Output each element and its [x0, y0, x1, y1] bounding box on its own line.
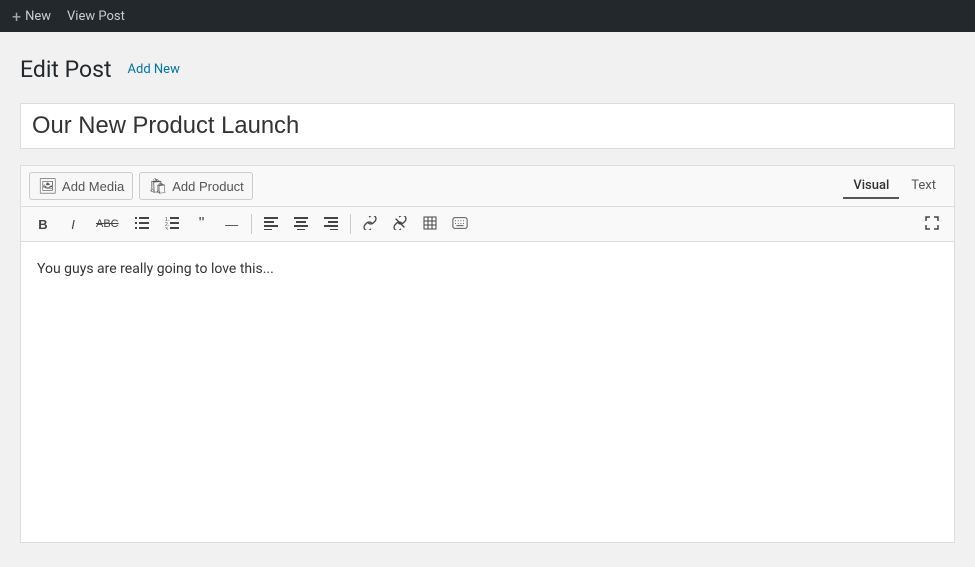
- italic-icon: I: [71, 217, 75, 232]
- add-product-label: Add Product: [172, 179, 244, 194]
- format-toolbar: B I ABC 1.2.3.: [21, 207, 954, 242]
- product-icon: 🛍: [148, 177, 167, 195]
- blockquote-button[interactable]: ": [188, 211, 216, 237]
- view-post-link[interactable]: View Post: [67, 9, 125, 24]
- new-label[interactable]: New: [25, 9, 51, 24]
- post-title-input[interactable]: [20, 103, 955, 149]
- add-media-button[interactable]: 🖼 Add Media: [29, 172, 133, 200]
- toolbar-separator-2: [350, 214, 351, 234]
- align-left-button[interactable]: [257, 211, 285, 237]
- align-right-icon: [324, 216, 338, 233]
- hr-button[interactable]: —: [218, 211, 246, 237]
- align-center-icon: [294, 216, 308, 233]
- add-product-button[interactable]: 🛍 Add Product: [139, 172, 253, 200]
- ul-icon: [135, 216, 149, 233]
- editor-content[interactable]: You guys are really going to love this..…: [21, 242, 954, 542]
- view-tabs: Visual Text: [843, 174, 946, 199]
- bold-icon: B: [38, 217, 47, 232]
- plus-icon: +: [12, 7, 21, 26]
- format-buttons: B I ABC 1.2.3.: [29, 211, 474, 237]
- toolbar-separator-1: [251, 214, 252, 234]
- toolbar-left: 🖼 Add Media 🛍 Add Product: [29, 172, 253, 200]
- svg-text:3.: 3.: [165, 227, 169, 230]
- table-button[interactable]: [416, 211, 444, 237]
- main-content: Edit Post Add New 🖼 Add Media 🛍 Add Prod…: [0, 32, 975, 567]
- editor-text: You guys are really going to love this..…: [37, 258, 938, 280]
- media-icon: 🖼: [38, 177, 57, 195]
- ol-icon: 1.2.3.: [165, 216, 179, 233]
- bold-button[interactable]: B: [29, 211, 57, 237]
- tab-text[interactable]: Text: [901, 174, 946, 199]
- strikethrough-icon: ABC: [96, 218, 119, 230]
- link-icon: [363, 216, 377, 233]
- unlink-button[interactable]: [386, 211, 414, 237]
- unordered-list-button[interactable]: [128, 211, 156, 237]
- ordered-list-button[interactable]: 1.2.3.: [158, 211, 186, 237]
- align-left-icon: [264, 216, 278, 233]
- fullscreen-button[interactable]: [918, 211, 946, 237]
- table-icon: [423, 216, 437, 233]
- keyboard-icon: [452, 216, 468, 233]
- unlink-icon: [393, 216, 407, 233]
- special-chars-button[interactable]: [446, 211, 474, 237]
- page-header: Edit Post Add New: [20, 56, 955, 83]
- add-new-link[interactable]: Add New: [128, 62, 180, 77]
- link-button[interactable]: [356, 211, 384, 237]
- add-media-label: Add Media: [62, 179, 124, 194]
- page-title: Edit Post: [20, 56, 112, 83]
- italic-button[interactable]: I: [59, 211, 87, 237]
- tab-visual[interactable]: Visual: [843, 174, 899, 199]
- align-center-button[interactable]: [287, 211, 315, 237]
- editor-toolbar-top: 🖼 Add Media 🛍 Add Product Visual Text: [21, 166, 954, 207]
- editor-wrap: 🖼 Add Media 🛍 Add Product Visual Text B: [20, 165, 955, 543]
- strikethrough-button[interactable]: ABC: [89, 211, 126, 237]
- admin-bar: + New View Post: [0, 0, 975, 32]
- fullscreen-icon: [925, 216, 939, 233]
- new-menu[interactable]: + New: [12, 7, 51, 26]
- align-right-button[interactable]: [317, 211, 345, 237]
- hr-icon: —: [225, 217, 238, 232]
- blockquote-icon: ": [199, 215, 205, 233]
